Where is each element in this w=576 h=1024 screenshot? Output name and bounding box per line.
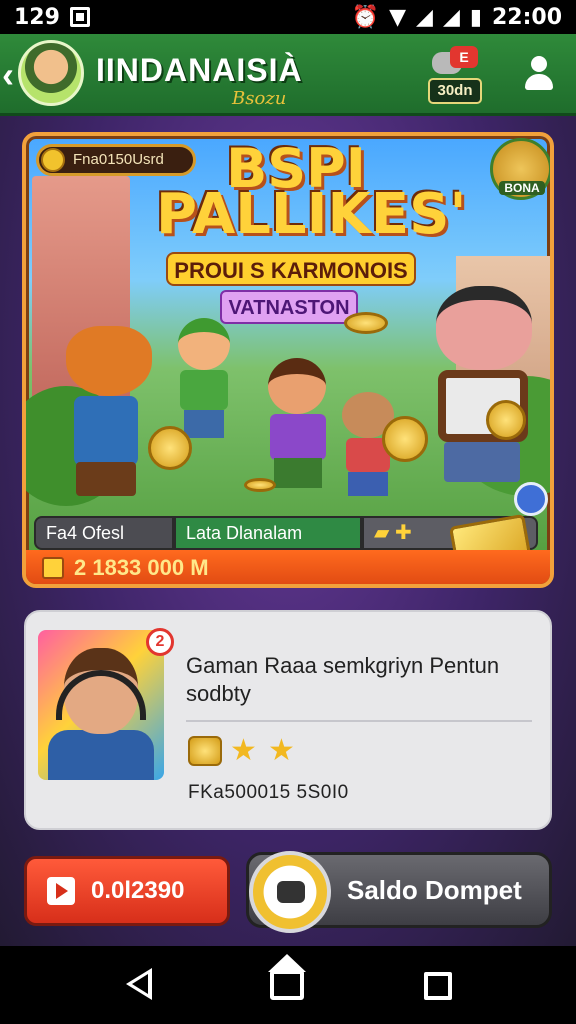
banner-footer-amount: 2 1833 000 M bbox=[74, 555, 209, 580]
ticket-icon: ▰ ✚ bbox=[374, 522, 412, 544]
back-arrow-icon[interactable]: ‹ bbox=[2, 54, 14, 96]
level-badge-label: BONA bbox=[499, 181, 545, 195]
chat-icon[interactable]: E bbox=[432, 46, 480, 78]
coin-icon bbox=[41, 148, 65, 172]
gold-coin-icon bbox=[148, 426, 192, 470]
reward-icons-row: ★ ★ bbox=[188, 736, 298, 766]
app-subtitle: Bsozu bbox=[232, 88, 287, 109]
green-hair-character bbox=[166, 318, 246, 438]
game-banner[interactable]: Fna0150Usrd BSPI PALLIKES' PROUI S KARMO… bbox=[22, 132, 554, 588]
status-time-left: 129 bbox=[14, 4, 60, 30]
gold-coin-icon bbox=[344, 312, 388, 334]
banner-footer: 2 1833 000 M bbox=[26, 550, 550, 584]
wallet-button-label: Saldo Dompet bbox=[347, 875, 522, 905]
coin-stack-icon bbox=[188, 736, 222, 766]
tab-second[interactable]: Lata Dlanalam bbox=[174, 516, 362, 550]
play-button[interactable]: 0.0l2390 bbox=[24, 856, 230, 926]
battery-icon: ▮ bbox=[469, 4, 482, 30]
purple-shirt-character bbox=[254, 358, 340, 488]
user-avatar[interactable] bbox=[18, 40, 84, 106]
signal-icon: ◢ bbox=[442, 4, 460, 30]
score-badge: 30dn bbox=[428, 78, 482, 104]
streamer-portrait bbox=[38, 630, 164, 780]
tab-first[interactable]: Fa4 Ofesl bbox=[34, 516, 174, 550]
gold-coin-icon bbox=[382, 416, 428, 462]
gold-coin-icon bbox=[244, 478, 276, 492]
info-title: Gaman Raaa semkgriyn Pentun sodbty bbox=[186, 653, 500, 706]
coin-chip-label: Fna0150Usrd bbox=[73, 151, 164, 168]
star-icon: ★ bbox=[230, 734, 257, 767]
status-bar: 129 ⏰ ▼ ◢ ◢ ▮ 22:00 bbox=[0, 0, 576, 34]
game-subtitle: PROUI S KARMONOIS bbox=[166, 252, 416, 286]
app-header: ‹ IINDANAISIÀ Bsozu E bbox=[0, 34, 576, 116]
wifi-icon: ▼ bbox=[389, 4, 407, 30]
wallet-balance-button[interactable]: Saldo Dompet bbox=[246, 851, 552, 933]
level-badge[interactable]: BONA bbox=[490, 138, 550, 200]
status-clock: 22:00 bbox=[491, 4, 562, 30]
signal-icon: ◢ bbox=[416, 4, 433, 30]
home-icon[interactable] bbox=[268, 954, 306, 1000]
profile-icon[interactable] bbox=[522, 54, 556, 94]
gold-coin-icon bbox=[486, 400, 526, 440]
info-code: FKa500015 5S0I0 bbox=[188, 782, 349, 803]
info-card[interactable]: 2 Gaman Raaa semkgriyn Pentun sodbty ★ ★… bbox=[24, 610, 552, 830]
recent-apps-icon[interactable] bbox=[424, 972, 452, 1000]
play-button-label: 0.0l2390 bbox=[91, 877, 185, 904]
game-title-line2: PALLIKES' bbox=[156, 182, 467, 247]
fox-character bbox=[46, 326, 156, 496]
info-round-button[interactable] bbox=[514, 482, 548, 516]
system-nav-bar bbox=[0, 946, 576, 1024]
app-title: IINDANAISIÀ bbox=[96, 52, 303, 88]
app-notification-icon bbox=[69, 7, 90, 27]
divider bbox=[186, 720, 532, 722]
notification-badge: 2 bbox=[146, 628, 174, 656]
back-icon[interactable] bbox=[126, 968, 152, 1000]
wallet-small-icon bbox=[42, 557, 64, 579]
star-coin-icon: ★ bbox=[268, 734, 295, 767]
chat-badge: E bbox=[450, 46, 478, 68]
play-icon bbox=[47, 877, 75, 905]
wallet-icon bbox=[249, 851, 331, 933]
pig-character bbox=[418, 286, 542, 486]
alarm-icon: ⏰ bbox=[351, 4, 380, 30]
